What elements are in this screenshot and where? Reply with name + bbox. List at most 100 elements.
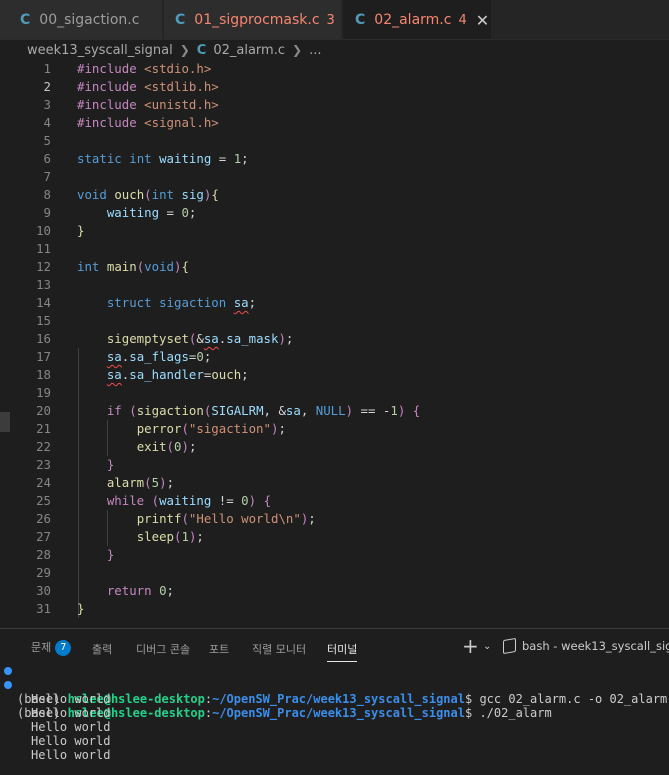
line-number: 6 (43, 151, 51, 166)
code-text: #include <stdlib.h> (77, 79, 219, 94)
line-number: 16 (36, 331, 51, 346)
code-line: 22 exit(0); (0, 438, 669, 456)
code-text: #include <stdio.h> (77, 61, 212, 76)
tab-label: 문제 (31, 641, 52, 654)
code-text: int main(void){ (77, 259, 189, 274)
code-line: 7 (0, 168, 669, 186)
line-number: 31 (36, 601, 51, 616)
c-file-icon: C (175, 12, 186, 28)
code-line: 29 (0, 564, 669, 582)
code-line: 20 if (sigaction(SIGALRM, &sa, NULL) == … (0, 402, 669, 420)
line-number: 24 (36, 475, 51, 490)
code-text: #include <signal.h> (77, 115, 219, 130)
code-text: } (106, 457, 115, 472)
tab-debug-console[interactable]: 디버그 콘솔 (136, 641, 190, 657)
code-line: 17 sa.sa_flags=0; (0, 348, 669, 366)
new-terminal-plus-icon[interactable]: + (462, 634, 479, 658)
line-number: 23 (36, 457, 51, 472)
line-number: 12 (36, 259, 51, 274)
code-line: 16 sigemptyset(&sa.sa_mask); (0, 330, 669, 348)
terminal-line: (base) hslee@hslee-desktop:~/OpenSW_Prac… (0, 664, 669, 706)
tab-serial-monitor[interactable]: 직렬 모니터 (252, 641, 306, 657)
output-text: Hello world (31, 692, 111, 706)
chevron-down-icon[interactable]: ⌄ (483, 641, 491, 652)
code-line: 10} (0, 222, 669, 240)
terminal-line: (base) hslee@hslee-desktop:~/OpenSW_Prac… (0, 762, 669, 775)
code-text: return 0; (106, 583, 175, 598)
line-number: 5 (43, 133, 51, 148)
code-line: 4 #include <signal.h> (0, 114, 669, 132)
line-number: 20 (36, 403, 51, 418)
line-number: 14 (36, 295, 51, 310)
c-file-icon: C (196, 42, 207, 58)
tab-ports[interactable]: 포트 (209, 641, 229, 657)
code-line: 9 waiting = 0; (0, 204, 669, 222)
code-text: exit(0); (136, 439, 197, 454)
code-text: sa.sa_handler=ouch; (106, 367, 249, 382)
output-text: Hello world (31, 720, 111, 734)
tab-output[interactable]: 출력 (92, 641, 112, 657)
code-editor[interactable]: 1 #include <stdio.h> 2 #include <stdlib.h>… (0, 60, 669, 625)
output-text: Hello world (31, 734, 111, 748)
code-text: } (77, 223, 85, 238)
tab-01-sigprocmask[interactable]: C 01_sigprocmask.c 3 (164, 0, 342, 39)
breadcrumb-file[interactable]: 02_alarm.c (213, 43, 285, 58)
line-number: 19 (36, 385, 51, 400)
line-number: 8 (43, 187, 51, 202)
code-line: 18 sa.sa_handler=ouch; (0, 366, 669, 384)
code-line: 21 perror("sigaction"); (0, 420, 669, 438)
line-number: 10 (36, 223, 51, 238)
code-line: 13 (0, 276, 669, 294)
tab-00-sigaction[interactable]: C 00_sigaction.c (0, 0, 163, 39)
code-text: perror("sigaction"); (136, 421, 286, 436)
breadcrumb-folder[interactable]: week13_syscall_signal (27, 43, 173, 58)
code-line: 27 sleep(1); (0, 528, 669, 546)
line-number: 1 (43, 61, 51, 76)
code-line: 1 #include <stdio.h> (0, 60, 669, 78)
code-text: sleep(1); (136, 529, 204, 544)
command-status-dot-icon (4, 667, 12, 675)
line-number: 15 (36, 313, 51, 328)
code-line: 3 #include <unistd.h> (0, 96, 669, 114)
line-number: 11 (36, 241, 51, 256)
problem-count-badge: 4 (458, 12, 467, 28)
prompt-path: ~/OpenSW_Prac/week13_syscall_signal (212, 692, 465, 706)
code-text: alarm(5); (106, 475, 175, 490)
breadcrumb-more[interactable]: ... (309, 43, 321, 58)
c-file-icon: C (20, 12, 31, 28)
line-number: 26 (36, 511, 51, 526)
code-line: 11 (0, 240, 669, 258)
tab-label: 00_sigaction.c (39, 12, 140, 28)
code-text: sa.sa_flags=0; (106, 349, 212, 364)
tab-label: 01_sigprocmask.c (194, 12, 320, 28)
line-number: 22 (36, 439, 51, 454)
code-line: 2 #include <stdlib.h> (0, 78, 669, 96)
code-line: 14 struct sigaction sa; (0, 294, 669, 312)
problem-count-badge: 7 (55, 640, 72, 656)
close-icon[interactable]: ✕ (476, 11, 489, 30)
code-text: } (106, 547, 115, 562)
tab-terminal[interactable]: 터미널 (327, 641, 358, 662)
line-number: 25 (36, 493, 51, 508)
problem-count-badge: 3 (326, 12, 335, 28)
line-number: 29 (36, 565, 51, 580)
code-text: struct sigaction sa; (106, 295, 257, 310)
code-text: static int waiting = 1; (77, 151, 249, 166)
tab-problems[interactable]: 문제 7 (31, 639, 72, 656)
tab-label: 02_alarm.c (374, 12, 452, 28)
breadcrumb: week13_syscall_signal ❯ C 02_alarm.c ❯ .… (0, 40, 669, 60)
line-number: 21 (36, 421, 51, 436)
code-line: 23 } (0, 456, 669, 474)
line-number: 27 (36, 529, 51, 544)
output-text: Hello world (31, 706, 111, 720)
line-number: 30 (36, 583, 51, 598)
command-text: gcc 02_alarm.c -o 02_alarm (472, 692, 668, 706)
panel-tab-bar: 문제 7 출력 디버그 콘솔 포트 직렬 모니터 터미널 + ⌄ bash - w… (0, 629, 669, 663)
terminal-name[interactable]: bash - week13_syscall_signal (522, 639, 669, 653)
terminal-line: (base) hslee@hslee-desktop:~/OpenSW_Prac… (0, 678, 669, 720)
tab-02-alarm[interactable]: C 02_alarm.c 4 ✕ (343, 0, 492, 39)
command-text: ./02_alarm (472, 706, 552, 720)
terminal-output[interactable]: (base) hslee@hslee-desktop:~/OpenSW_Prac… (0, 661, 669, 775)
command-status-dot-icon (4, 681, 12, 689)
code-text: void ouch(int sig){ (77, 187, 219, 202)
